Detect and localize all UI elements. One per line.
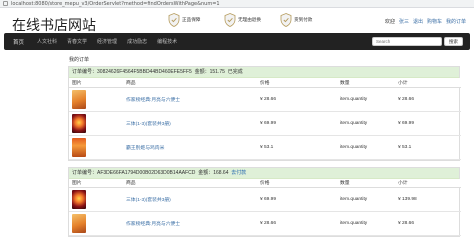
column-header: 小计 xyxy=(395,178,461,188)
book-cover-image[interactable] xyxy=(72,113,86,133)
column-header: 小计 xyxy=(395,78,461,88)
product-quantity: item.quantity xyxy=(337,87,395,112)
product-subtotal: ¥ 53.1 xyxy=(395,135,461,160)
product-subtotal: ¥ 139.98 xyxy=(395,187,461,212)
orders-panel: 我的订单 订单编号：30824626F4564F5BBD44BD460EFE5F… xyxy=(68,55,461,237)
address-url[interactable]: localhost:8080/store_mepu_v3/OrderServle… xyxy=(11,1,220,7)
info-icon[interactable] xyxy=(3,1,8,6)
search-button[interactable]: 搜索 xyxy=(444,37,463,46)
page-title: 我的订单 xyxy=(69,57,90,63)
pay-now-link[interactable]: 去付款 xyxy=(231,170,246,176)
product-price: ¥ 28.66 xyxy=(257,87,337,112)
feature-label: 货到付款 xyxy=(294,17,313,22)
column-header: 商品 xyxy=(123,78,257,88)
shield-icon xyxy=(224,13,236,27)
product-name-link[interactable]: 三体(1-3)(套装共3册) xyxy=(123,111,257,136)
book-cover-image[interactable] xyxy=(72,89,86,109)
site-header: 在线书店网站 正品保障 无理由退换 货到付款 欢迎 张三 退出 购物车 我的订单 xyxy=(0,9,474,35)
product-price: ¥ 53.1 xyxy=(257,135,337,160)
product-quantity: item.quantity xyxy=(337,187,395,212)
product-quantity: item.quantity xyxy=(337,111,395,136)
column-header: 数量 xyxy=(337,178,395,188)
table-row: 作家榜经典:月亮与六便士 ¥ 28.66 item.quantity ¥ 28.… xyxy=(69,211,461,236)
shield-icon xyxy=(280,13,292,27)
feature-genuine: 正品保障 xyxy=(168,11,218,29)
nav-home[interactable]: 首页 xyxy=(8,38,32,46)
nav-humanities[interactable]: 人文社科 xyxy=(32,38,62,45)
book-cover-image[interactable] xyxy=(72,214,86,233)
order-card: 订单编号：AF3DE66FA1794D00B02D63D0B14AAFCD 金额… xyxy=(68,166,461,237)
shield-icon xyxy=(168,13,180,27)
order-status: 已完成 xyxy=(227,69,243,75)
product-price: ¥ 28.66 xyxy=(257,211,337,236)
order-id: AF3DE66FA1794D00B02D63D0B14AAFCD xyxy=(97,169,196,176)
product-name-link[interactable]: 作家榜经典:月亮与六便士 xyxy=(123,87,257,112)
order-id-label: 订单编号： xyxy=(72,169,98,176)
search-input[interactable] xyxy=(372,37,442,46)
column-header: 价格 xyxy=(257,178,337,188)
table-header-row: 图片 商品 价格 数量 小计 xyxy=(69,78,461,88)
product-subtotal: ¥ 69.99 xyxy=(395,111,461,136)
product-price: ¥ 69.99 xyxy=(257,111,337,136)
product-quantity: item.quantity xyxy=(337,211,395,236)
product-price: ¥ 69.99 xyxy=(257,187,337,212)
column-header: 数量 xyxy=(337,78,395,88)
product-name-link[interactable]: 霸王别姬与鸡肉米 xyxy=(123,135,257,160)
welcome-text: 欢迎 xyxy=(384,19,395,25)
feature-cod: 货到付款 xyxy=(280,11,330,29)
feature-label: 无理由退换 xyxy=(238,17,261,22)
nav-success[interactable]: 成功励志 xyxy=(122,38,152,45)
book-cover-image[interactable] xyxy=(72,190,86,209)
feature-label: 正品保障 xyxy=(182,17,201,22)
order-card: 订单编号：30824626F4564F5BBD44BD460EFE5FF5 金额… xyxy=(68,66,461,161)
book-cover-image[interactable] xyxy=(72,137,86,157)
table-header-row: 图片 商品 价格 数量 小计 xyxy=(69,178,461,188)
column-header: 商品 xyxy=(123,178,257,188)
nav-youth-literature[interactable]: 青春文学 xyxy=(62,38,92,45)
table-row: 霸王别姬与鸡肉米 ¥ 53.1 item.quantity ¥ 53.1 xyxy=(69,135,461,160)
site-title[interactable]: 在线书店网站 xyxy=(12,15,96,35)
product-subtotal: ¥ 28.66 xyxy=(395,211,461,236)
order-amount: 151.75 xyxy=(209,69,225,75)
product-name-link[interactable]: 三体(1-3)(套装共3册) xyxy=(123,187,257,212)
my-orders-link[interactable]: 我的订单 xyxy=(446,18,466,25)
order-amount: 168.64 xyxy=(213,169,229,176)
order-items-table: 图片 商品 价格 数量 小计 三体(1-3)(套装共3册) ¥ 69.99 it… xyxy=(69,178,461,236)
order-id-label: 订单编号： xyxy=(72,69,98,75)
column-header: 图片 xyxy=(69,178,123,188)
nav-economics[interactable]: 经济管理 xyxy=(92,38,122,45)
table-row: 作家榜经典:月亮与六便士 ¥ 28.66 item.quantity ¥ 28.… xyxy=(69,87,461,112)
nav-items: 首页 人文社科 青春文学 经济管理 成功励志 编程技术 xyxy=(8,33,182,50)
feature-badges: 正品保障 无理由退换 货到付款 xyxy=(168,11,330,29)
product-name-link[interactable]: 作家榜经典:月亮与六便士 xyxy=(123,211,257,236)
username-link[interactable]: 张三 xyxy=(399,18,409,25)
order-amount-label: 金额： xyxy=(194,69,210,75)
product-quantity: item.quantity xyxy=(337,135,395,160)
main-navbar: 首页 人文社科 青春文学 经济管理 成功励志 编程技术 搜索 xyxy=(4,33,470,50)
order-header: 订单编号：30824626F4564F5BBD44BD460EFE5FF5 金额… xyxy=(69,67,459,78)
table-row: 三体(1-3)(套装共3册) ¥ 69.99 item.quantity ¥ 1… xyxy=(69,187,461,212)
order-amount-label: 金额： xyxy=(198,169,214,176)
column-header: 图片 xyxy=(69,78,123,88)
order-header: 订单编号：AF3DE66FA1794D00B02D63D0B14AAFCD 金额… xyxy=(69,167,459,179)
product-subtotal: ¥ 28.66 xyxy=(395,87,461,112)
cart-link[interactable]: 购物车 xyxy=(427,18,442,25)
feature-return: 无理由退换 xyxy=(224,11,274,29)
logout-link[interactable]: 退出 xyxy=(413,18,423,25)
user-links: 欢迎 张三 退出 购物车 我的订单 xyxy=(385,18,466,25)
nav-programming[interactable]: 编程技术 xyxy=(152,38,182,45)
column-header: 价格 xyxy=(257,78,337,88)
browser-address-bar[interactable]: localhost:8080/store_mepu_v3/OrderServle… xyxy=(0,0,474,8)
table-row: 三体(1-3)(套装共3册) ¥ 69.99 item.quantity ¥ 6… xyxy=(69,111,461,136)
order-id: 30824626F4564F5BBD44BD460EFE5FF5 xyxy=(97,69,192,75)
order-items-table: 图片 商品 价格 数量 小计 作家榜经典:月亮与六便士 ¥ 28.66 item… xyxy=(69,78,461,160)
